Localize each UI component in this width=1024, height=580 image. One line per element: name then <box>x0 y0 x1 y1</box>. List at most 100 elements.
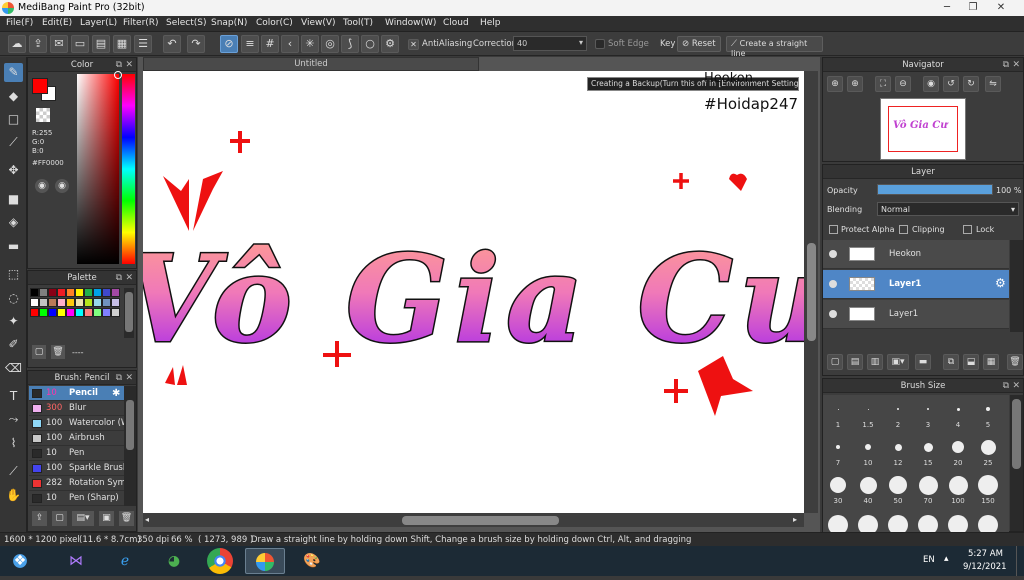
vertical-scrollbar[interactable] <box>804 71 818 513</box>
lock-checkbox[interactable] <box>963 225 972 234</box>
primary-color-swatch[interactable] <box>32 78 48 94</box>
trash-icon[interactable]: 🗑 <box>51 345 65 359</box>
menu-file[interactable]: File(F) <box>6 18 33 28</box>
protect-alpha-checkbox[interactable] <box>829 225 838 234</box>
actual-size-icon[interactable]: ◉ <box>923 76 939 92</box>
palette-swatch[interactable] <box>84 298 93 307</box>
clock-time[interactable]: 5:27 AM <box>968 549 1003 559</box>
brush-size-option[interactable]: 20 <box>944 435 972 471</box>
chevron-right-icon[interactable]: ▸ <box>793 515 797 524</box>
grid-doc-icon[interactable]: ▦ <box>113 35 131 53</box>
menu-layer[interactable]: Layer(L) <box>80 18 117 28</box>
palette-swatch[interactable] <box>30 288 39 297</box>
palette-swatch[interactable] <box>66 308 75 317</box>
palette-swatch[interactable] <box>75 308 84 317</box>
palette-swatch[interactable] <box>66 298 75 307</box>
select-tool-icon[interactable]: ⬚ <box>4 265 23 284</box>
zoom-out-icon[interactable]: ⊖ <box>895 76 911 92</box>
brush-item[interactable]: 300 Blur <box>29 401 124 416</box>
brush-size-scrollbar[interactable] <box>1010 395 1023 531</box>
brush-size-option[interactable]: 7 <box>824 435 852 471</box>
image-palette-icon[interactable]: ◉ <box>55 179 69 193</box>
document-icon[interactable]: ▤ <box>92 35 110 53</box>
gear-icon[interactable]: ⚙ <box>381 35 399 53</box>
soft-edge-checkbox[interactable] <box>595 39 605 49</box>
navigator-thumbnail[interactable]: Vô Gia Cư <box>880 98 966 160</box>
show-desktop-button[interactable] <box>1016 546 1024 576</box>
add-palette-icon[interactable]: ▢ <box>32 345 46 359</box>
add-brush-icon[interactable]: ▢ <box>52 511 67 526</box>
palette-swatch[interactable] <box>57 298 66 307</box>
new-halftone-layer-icon[interactable]: ▤ <box>847 354 863 370</box>
popout-icon[interactable]: ⧉ <box>1003 379 1009 393</box>
layer-type-menu-icon[interactable]: ▣▾ <box>887 354 909 370</box>
palette-swatch[interactable] <box>102 308 111 317</box>
menu-cloud[interactable]: Cloud <box>443 18 469 28</box>
merge-down-icon[interactable]: ⬓ <box>963 354 979 370</box>
brush-size-option[interactable]: 5 <box>974 397 1002 433</box>
transparent-color-swatch[interactable] <box>36 108 50 122</box>
snap-off-icon[interactable]: ⊘ <box>220 35 238 53</box>
palette-swatch[interactable] <box>102 288 111 297</box>
curve-snap-icon[interactable]: ⟆ <box>341 35 359 53</box>
palette-scrollbar[interactable] <box>124 288 134 338</box>
flip-icon[interactable]: ⇋ <box>985 76 1001 92</box>
rectangle-tool-icon[interactable]: □ <box>4 110 23 129</box>
select-eraser-icon[interactable]: ⌫ <box>4 359 23 378</box>
brush-size-option[interactable]: 1 <box>824 397 852 433</box>
palette-swatch[interactable] <box>39 288 48 297</box>
hue-slider[interactable] <box>122 74 135 264</box>
share-icon[interactable]: ⇪ <box>29 35 47 53</box>
brush-tool-icon[interactable]: ✎ <box>4 63 23 82</box>
coccoc-browser-icon[interactable]: ◕ <box>154 548 194 574</box>
zoom-icon[interactable]: ⊕ <box>827 76 843 92</box>
paint-icon[interactable]: 🎨 <box>292 548 332 574</box>
brush-item[interactable]: 10 Pencil <box>29 386 124 401</box>
new-8bit-layer-icon[interactable]: ▥ <box>867 354 883 370</box>
brush-size-option[interactable]: 12 <box>884 435 912 471</box>
brush-item[interactable]: 100 Sparkle Brush <box>29 461 124 476</box>
layer-row[interactable]: Heokon <box>823 240 1009 269</box>
zoom-in-icon[interactable]: ⊕ <box>847 76 863 92</box>
palette-swatch[interactable] <box>111 298 120 307</box>
list-doc-icon[interactable]: ☰ <box>134 35 152 53</box>
operation-tool-icon[interactable]: ⤳ <box>4 410 23 429</box>
palette-swatch[interactable] <box>66 288 75 297</box>
palette-swatch[interactable] <box>75 288 84 297</box>
brush-item[interactable]: 100 Airbrush <box>29 431 124 446</box>
circle-snap-icon[interactable]: ◎ <box>321 35 339 53</box>
popout-icon[interactable]: ⧉ <box>1003 58 1009 72</box>
palette-swatch[interactable] <box>57 308 66 317</box>
brush-scrollbar[interactable] <box>124 386 136 506</box>
fit-icon[interactable]: ⛶ <box>875 76 891 92</box>
antialiasing-checkbox[interactable]: ✕ <box>408 39 419 50</box>
brush-item[interactable]: 100 Watercolor (W <box>29 416 124 431</box>
visibility-icon[interactable] <box>829 280 837 288</box>
visibility-icon[interactable] <box>829 250 837 258</box>
color-picker-cursor[interactable] <box>114 71 122 79</box>
brush-item[interactable]: 10 Pen (Sharp) <box>29 491 124 506</box>
palette-swatch[interactable] <box>111 308 120 317</box>
popout-icon[interactable]: ⧉ <box>116 271 122 285</box>
brush-size-option[interactable]: 10 <box>854 435 882 471</box>
palette-swatch[interactable] <box>39 308 48 317</box>
maximize-button[interactable]: ❐ <box>962 0 984 16</box>
folder-icon[interactable]: ▬ <box>915 354 931 370</box>
palette-icon[interactable]: ◉ <box>35 179 49 193</box>
menu-tool[interactable]: Tool(T) <box>343 18 373 28</box>
saturation-brightness-field[interactable] <box>77 74 119 264</box>
brush-item[interactable]: 10 Pen <box>29 446 124 461</box>
trash-icon[interactable]: 🗑 <box>119 511 134 526</box>
drawing-canvas[interactable]: Vô Gia Cư Creating a Backup(Turn this of… <box>143 71 804 513</box>
palette-swatch[interactable] <box>75 298 84 307</box>
palette-swatch[interactable] <box>111 288 120 297</box>
palette-swatch[interactable] <box>48 298 57 307</box>
palette-swatch[interactable] <box>48 308 57 317</box>
cloud-icon[interactable]: ☁ <box>8 35 26 53</box>
dropper-tool-icon[interactable]: ⌇ <box>4 434 23 453</box>
menu-edit[interactable]: Edit(E) <box>42 18 72 28</box>
text-tool-icon[interactable]: T <box>4 387 23 406</box>
gear-icon[interactable]: ⚙ <box>995 276 1006 290</box>
menu-view[interactable]: View(V) <box>301 18 336 28</box>
popout-icon[interactable]: ⧉ <box>116 58 122 72</box>
